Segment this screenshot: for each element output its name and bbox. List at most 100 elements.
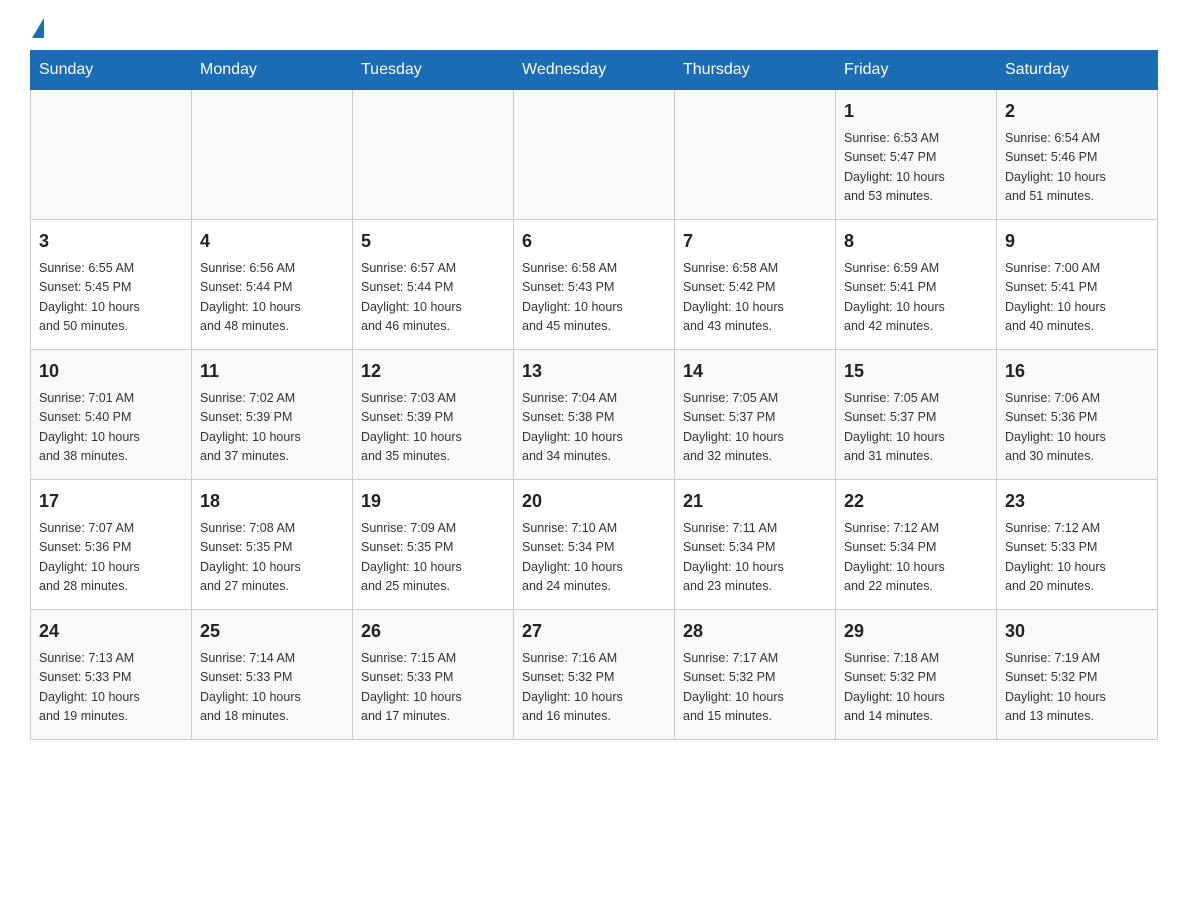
day-info: Sunrise: 6:53 AMSunset: 5:47 PMDaylight:…	[844, 129, 988, 207]
day-number: 6	[522, 228, 666, 255]
day-number: 8	[844, 228, 988, 255]
calendar-cell: 1 Sunrise: 6:53 AMSunset: 5:47 PMDaylight…	[836, 90, 997, 220]
calendar-cell: 2 Sunrise: 6:54 AMSunset: 5:46 PMDaylight…	[997, 90, 1158, 220]
day-info: Sunrise: 6:57 AMSunset: 5:44 PMDaylight:…	[361, 259, 505, 337]
calendar-cell: 6 Sunrise: 6:58 AMSunset: 5:43 PMDaylight…	[514, 220, 675, 350]
header-day-monday: Monday	[192, 51, 353, 90]
calendar-cell: 11 Sunrise: 7:02 AMSunset: 5:39 PMDayligh…	[192, 350, 353, 480]
day-number: 4	[200, 228, 344, 255]
calendar-cell: 24 Sunrise: 7:13 AMSunset: 5:33 PMDayligh…	[31, 610, 192, 740]
calendar-cell: 22 Sunrise: 7:12 AMSunset: 5:34 PMDayligh…	[836, 480, 997, 610]
calendar-cell: 9 Sunrise: 7:00 AMSunset: 5:41 PMDaylight…	[997, 220, 1158, 350]
day-number: 18	[200, 488, 344, 515]
day-info: Sunrise: 7:07 AMSunset: 5:36 PMDaylight:…	[39, 519, 183, 597]
day-number: 15	[844, 358, 988, 385]
calendar-cell: 5 Sunrise: 6:57 AMSunset: 5:44 PMDaylight…	[353, 220, 514, 350]
day-info: Sunrise: 7:02 AMSunset: 5:39 PMDaylight:…	[200, 389, 344, 467]
calendar-cell: 4 Sunrise: 6:56 AMSunset: 5:44 PMDaylight…	[192, 220, 353, 350]
day-info: Sunrise: 7:09 AMSunset: 5:35 PMDaylight:…	[361, 519, 505, 597]
calendar-cell: 7 Sunrise: 6:58 AMSunset: 5:42 PMDaylight…	[675, 220, 836, 350]
calendar-cell: 21 Sunrise: 7:11 AMSunset: 5:34 PMDayligh…	[675, 480, 836, 610]
day-number: 20	[522, 488, 666, 515]
day-info: Sunrise: 6:58 AMSunset: 5:43 PMDaylight:…	[522, 259, 666, 337]
day-number: 2	[1005, 98, 1149, 125]
day-number: 9	[1005, 228, 1149, 255]
day-info: Sunrise: 6:59 AMSunset: 5:41 PMDaylight:…	[844, 259, 988, 337]
calendar-cell: 14 Sunrise: 7:05 AMSunset: 5:37 PMDayligh…	[675, 350, 836, 480]
calendar-cell	[353, 90, 514, 220]
day-number: 16	[1005, 358, 1149, 385]
header-day-wednesday: Wednesday	[514, 51, 675, 90]
day-number: 24	[39, 618, 183, 645]
day-info: Sunrise: 7:11 AMSunset: 5:34 PMDaylight:…	[683, 519, 827, 597]
calendar-cell: 10 Sunrise: 7:01 AMSunset: 5:40 PMDayligh…	[31, 350, 192, 480]
day-info: Sunrise: 7:03 AMSunset: 5:39 PMDaylight:…	[361, 389, 505, 467]
day-info: Sunrise: 6:55 AMSunset: 5:45 PMDaylight:…	[39, 259, 183, 337]
day-number: 22	[844, 488, 988, 515]
day-info: Sunrise: 6:58 AMSunset: 5:42 PMDaylight:…	[683, 259, 827, 337]
calendar-cell: 19 Sunrise: 7:09 AMSunset: 5:35 PMDayligh…	[353, 480, 514, 610]
day-number: 12	[361, 358, 505, 385]
day-number: 19	[361, 488, 505, 515]
day-info: Sunrise: 7:08 AMSunset: 5:35 PMDaylight:…	[200, 519, 344, 597]
calendar-cell: 18 Sunrise: 7:08 AMSunset: 5:35 PMDayligh…	[192, 480, 353, 610]
day-number: 26	[361, 618, 505, 645]
calendar-cell: 16 Sunrise: 7:06 AMSunset: 5:36 PMDayligh…	[997, 350, 1158, 480]
day-info: Sunrise: 7:12 AMSunset: 5:33 PMDaylight:…	[1005, 519, 1149, 597]
day-number: 29	[844, 618, 988, 645]
day-info: Sunrise: 7:05 AMSunset: 5:37 PMDaylight:…	[683, 389, 827, 467]
logo-triangle-icon	[32, 18, 44, 38]
day-number: 11	[200, 358, 344, 385]
day-number: 28	[683, 618, 827, 645]
day-number: 3	[39, 228, 183, 255]
day-info: Sunrise: 7:15 AMSunset: 5:33 PMDaylight:…	[361, 649, 505, 727]
calendar-table: SundayMondayTuesdayWednesdayThursdayFrid…	[30, 50, 1158, 740]
day-info: Sunrise: 7:05 AMSunset: 5:37 PMDaylight:…	[844, 389, 988, 467]
day-info: Sunrise: 7:06 AMSunset: 5:36 PMDaylight:…	[1005, 389, 1149, 467]
calendar-cell: 26 Sunrise: 7:15 AMSunset: 5:33 PMDayligh…	[353, 610, 514, 740]
day-number: 5	[361, 228, 505, 255]
day-number: 10	[39, 358, 183, 385]
day-info: Sunrise: 7:13 AMSunset: 5:33 PMDaylight:…	[39, 649, 183, 727]
day-number: 14	[683, 358, 827, 385]
day-info: Sunrise: 7:00 AMSunset: 5:41 PMDaylight:…	[1005, 259, 1149, 337]
day-number: 30	[1005, 618, 1149, 645]
day-number: 7	[683, 228, 827, 255]
calendar-cell: 27Sunrise: 7:16 AMSunset: 5:32 PMDayligh…	[514, 610, 675, 740]
calendar-cell: 13Sunrise: 7:04 AMSunset: 5:38 PMDayligh…	[514, 350, 675, 480]
logo	[30, 20, 44, 40]
calendar-cell: 17 Sunrise: 7:07 AMSunset: 5:36 PMDayligh…	[31, 480, 192, 610]
day-info: Sunrise: 7:10 AMSunset: 5:34 PMDaylight:…	[522, 519, 666, 597]
calendar-cell: 8 Sunrise: 6:59 AMSunset: 5:41 PMDaylight…	[836, 220, 997, 350]
day-info: Sunrise: 7:12 AMSunset: 5:34 PMDaylight:…	[844, 519, 988, 597]
header-day-thursday: Thursday	[675, 51, 836, 90]
day-info: Sunrise: 6:54 AMSunset: 5:46 PMDaylight:…	[1005, 129, 1149, 207]
day-info: Sunrise: 7:01 AMSunset: 5:40 PMDaylight:…	[39, 389, 183, 467]
header-day-friday: Friday	[836, 51, 997, 90]
calendar-cell: 28Sunrise: 7:17 AMSunset: 5:32 PMDayligh…	[675, 610, 836, 740]
header-day-saturday: Saturday	[997, 51, 1158, 90]
calendar-cell	[192, 90, 353, 220]
calendar-cell	[31, 90, 192, 220]
header-day-sunday: Sunday	[31, 51, 192, 90]
day-info: Sunrise: 6:56 AMSunset: 5:44 PMDaylight:…	[200, 259, 344, 337]
calendar-cell: 23 Sunrise: 7:12 AMSunset: 5:33 PMDayligh…	[997, 480, 1158, 610]
day-info: Sunrise: 7:14 AMSunset: 5:33 PMDaylight:…	[200, 649, 344, 727]
day-number: 25	[200, 618, 344, 645]
day-number: 1	[844, 98, 988, 125]
calendar-cell	[514, 90, 675, 220]
day-number: 27	[522, 618, 666, 645]
day-info: Sunrise: 7:18 AMSunset: 5:32 PMDaylight:…	[844, 649, 988, 727]
day-info: Sunrise: 7:19 AMSunset: 5:32 PMDaylight:…	[1005, 649, 1149, 727]
day-number: 21	[683, 488, 827, 515]
calendar-cell: 30 Sunrise: 7:19 AMSunset: 5:32 PMDayligh…	[997, 610, 1158, 740]
calendar-cell: 20 Sunrise: 7:10 AMSunset: 5:34 PMDayligh…	[514, 480, 675, 610]
day-number: 23	[1005, 488, 1149, 515]
calendar-cell: 15 Sunrise: 7:05 AMSunset: 5:37 PMDayligh…	[836, 350, 997, 480]
calendar-cell: 3 Sunrise: 6:55 AMSunset: 5:45 PMDaylight…	[31, 220, 192, 350]
day-number: 13	[522, 358, 666, 385]
day-number: 17	[39, 488, 183, 515]
header	[30, 20, 1158, 40]
calendar-cell: 25 Sunrise: 7:14 AMSunset: 5:33 PMDayligh…	[192, 610, 353, 740]
calendar-cell: 29 Sunrise: 7:18 AMSunset: 5:32 PMDayligh…	[836, 610, 997, 740]
